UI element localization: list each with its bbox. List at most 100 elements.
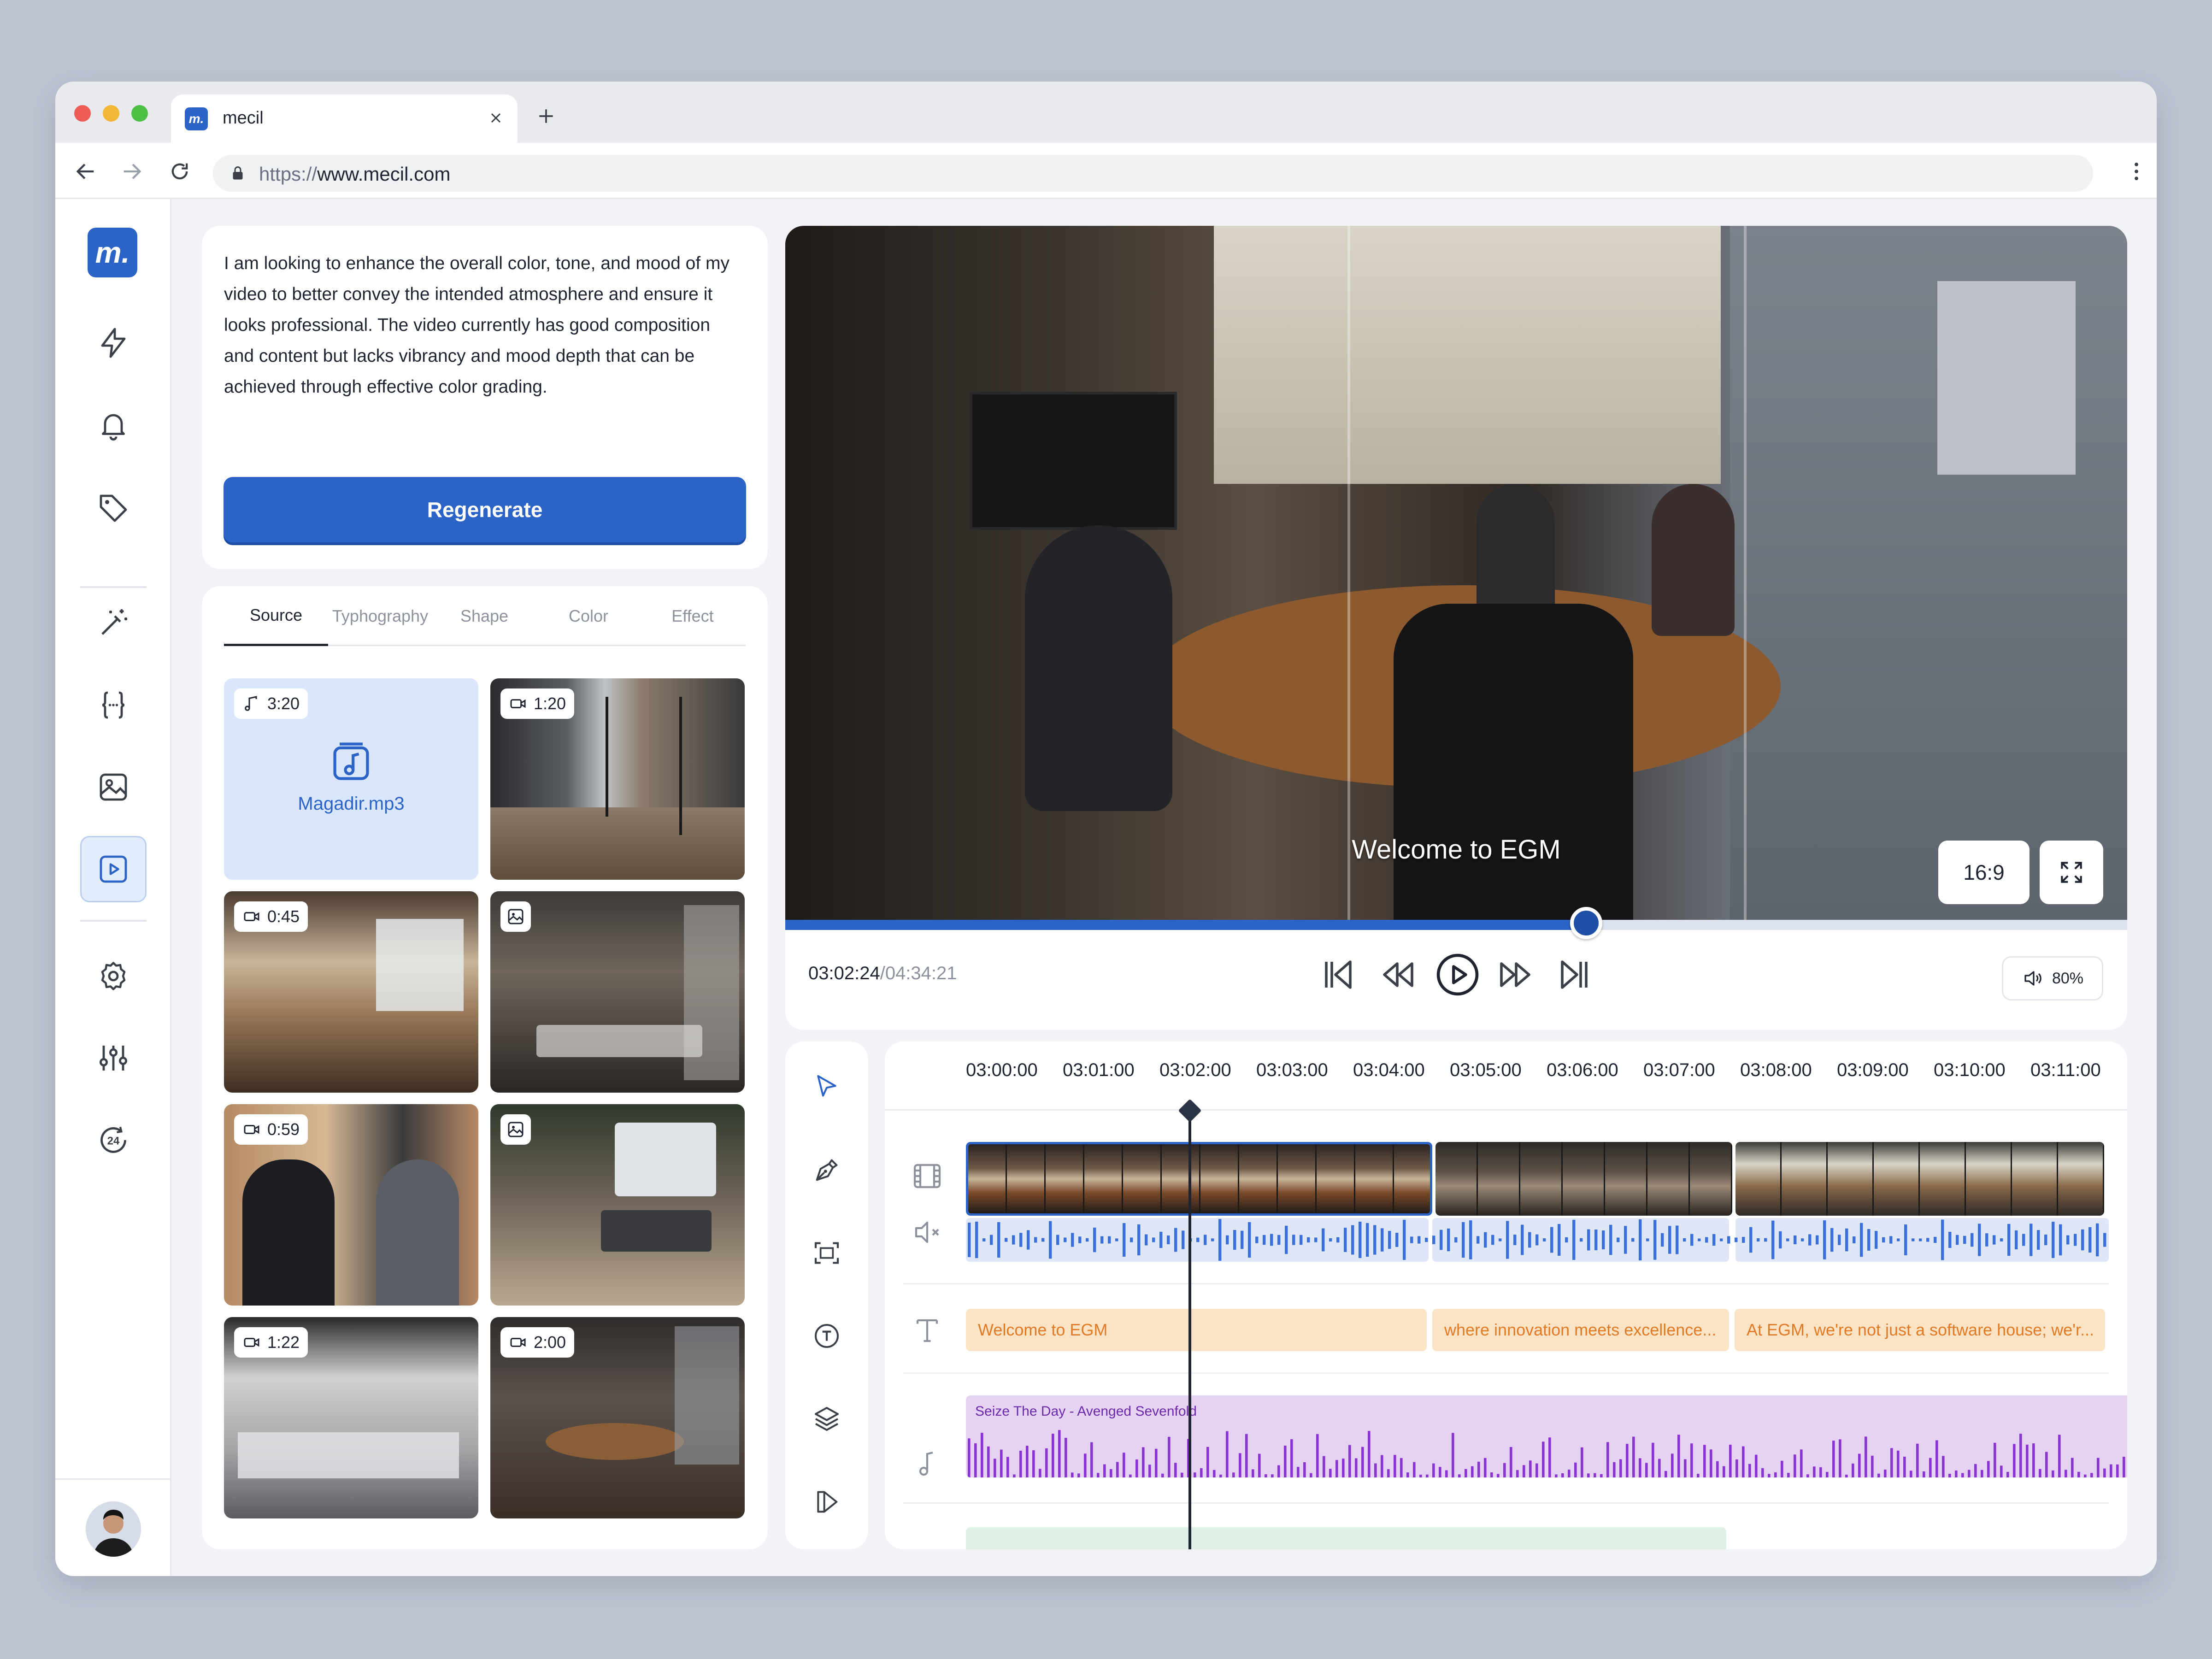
text-clip[interactable]: where innovation meets excellence... [1432,1309,1729,1351]
clip-frame [1123,1144,1162,1213]
play-button[interactable] [1433,950,1482,1001]
tab-color[interactable]: Color [536,586,641,646]
waveform-bar [1652,1442,1654,1477]
back-icon[interactable] [74,159,98,186]
close-window-dot[interactable] [74,105,91,122]
new-tab-icon[interactable] [535,105,558,128]
waveform-bar [1806,1474,1809,1477]
waveform-bar [1761,1468,1764,1477]
video-audio-waveform[interactable] [966,1218,2109,1262]
media-item-image[interactable] [490,891,745,1093]
waveform-bar [1329,1238,1332,1241]
sidebar-item-lightning[interactable] [80,310,147,376]
video-clip[interactable] [1435,1142,1732,1216]
clip-frame [1355,1144,1394,1213]
volume-control[interactable]: 80% [2002,956,2103,1000]
tab-effect[interactable]: Effect [641,586,745,646]
waveform-bar [1787,1473,1790,1477]
media-item-video[interactable]: 2:00 [490,1317,745,1518]
duration-badge: 0:45 [234,901,308,932]
reload-icon[interactable] [168,159,192,186]
clip-frame [1435,1142,1478,1216]
duration-badge: 1:22 [234,1327,308,1358]
waveform-bar [981,1433,983,1477]
select-tool[interactable] [797,1057,857,1117]
tab-source[interactable]: Source [224,586,328,646]
tab-close-icon[interactable] [484,106,507,129]
tab-shape[interactable]: Shape [432,586,536,646]
forward-icon[interactable] [120,159,144,186]
text-clip[interactable]: At EGM, we're not just a software house;… [1735,1309,2105,1351]
waveform-bar [1819,1467,1822,1477]
regenerate-button[interactable]: Regenerate [224,477,746,542]
avatar[interactable] [86,1501,141,1557]
app-logo[interactable]: m. [88,228,137,277]
waveform-bar [1484,1232,1487,1248]
fast-forward-button[interactable] [1494,953,1538,999]
playhead-line [1188,1107,1191,1549]
pen-tool[interactable] [797,1140,857,1200]
media-item-video[interactable]: 0:45 [224,891,478,1093]
media-item-video[interactable]: 1:20 [490,678,745,880]
sidebar-item-magic[interactable] [80,590,147,656]
layers-tool[interactable] [797,1389,857,1449]
maximize-window-dot[interactable] [131,105,148,122]
waveform-bar [1987,1461,1990,1477]
waveform-bar [1000,1449,1003,1477]
fullscreen-button[interactable] [2040,841,2103,904]
waveform-bar [1875,1231,1878,1249]
waveform-bar [1639,1458,1641,1477]
video-frame[interactable]: Welcome to EGM [785,226,2127,920]
waveform-bar [1303,1462,1306,1477]
sidebar-item-code[interactable] [80,672,147,738]
url-bar[interactable]: https://www.mecil.com [213,155,2093,192]
media-item-video[interactable]: 1:22 [224,1317,478,1518]
tab-typhography[interactable]: Typhography [328,586,432,646]
audio-clip[interactable]: Seize The Day - Avenged Sevenfold [966,1395,2127,1477]
text-clip[interactable]: Welcome to EGM [966,1309,1427,1351]
shape-tool[interactable] [797,1472,857,1532]
sidebar-item-adjust[interactable] [80,1025,147,1091]
clip-frame [1239,1144,1278,1213]
sidebar-item-notifications[interactable] [80,392,147,458]
waveform-bar [1012,1235,1015,1245]
waveform-bar [1182,1230,1185,1249]
waveform-bar [1712,1234,1716,1246]
waveform-bar [1516,1470,1519,1477]
text-tool[interactable] [797,1306,857,1366]
waveform-bar [1425,1237,1428,1242]
sidebar-item-images[interactable] [80,754,147,820]
media-item-audio[interactable]: 3:20 Magadir.mp3 [224,678,478,880]
mute-icon[interactable] [911,1216,944,1251]
prompt-text[interactable]: I am looking to enhance the overall colo… [224,248,745,402]
speaker-icon [2024,971,2041,986]
skip-end-button[interactable] [1553,953,1597,999]
waveform-bar [2088,1227,2092,1253]
waveform-bar [1838,1235,1841,1245]
waveform-bar [1348,1445,1351,1477]
minimize-window-dot[interactable] [103,105,119,122]
waveform-bar [1265,1474,1267,1477]
video-clip[interactable] [966,1142,1432,1216]
media-item-image[interactable] [490,1104,745,1306]
waveform-bar [1123,1453,1125,1477]
waveform-bar [1174,1463,1177,1477]
sidebar-item-history[interactable]: 24 [80,1107,147,1173]
waveform-bar [1971,1233,1974,1247]
aspect-ratio-button[interactable]: 16:9 [1938,841,2030,904]
sidebar-item-tags[interactable] [80,474,147,540]
video-clip[interactable] [1735,1142,2104,1216]
browser-menu-icon[interactable] [2124,159,2148,186]
skip-start-button[interactable] [1315,953,1359,999]
sidebar-item-video[interactable] [80,836,147,902]
browser-tab[interactable]: m. mecil [171,94,518,143]
media-item-video[interactable]: 0:59 [224,1104,478,1306]
sidebar-item-settings[interactable] [80,943,147,1009]
crop-tool[interactable] [797,1223,857,1283]
progress-track[interactable] [785,907,2127,939]
rewind-button[interactable] [1375,953,1419,999]
progress-handle[interactable] [1570,907,1603,939]
extra-clip[interactable] [966,1527,1726,1549]
waveform-bar [2077,1471,2080,1477]
waveform-bar [1580,1238,1583,1242]
